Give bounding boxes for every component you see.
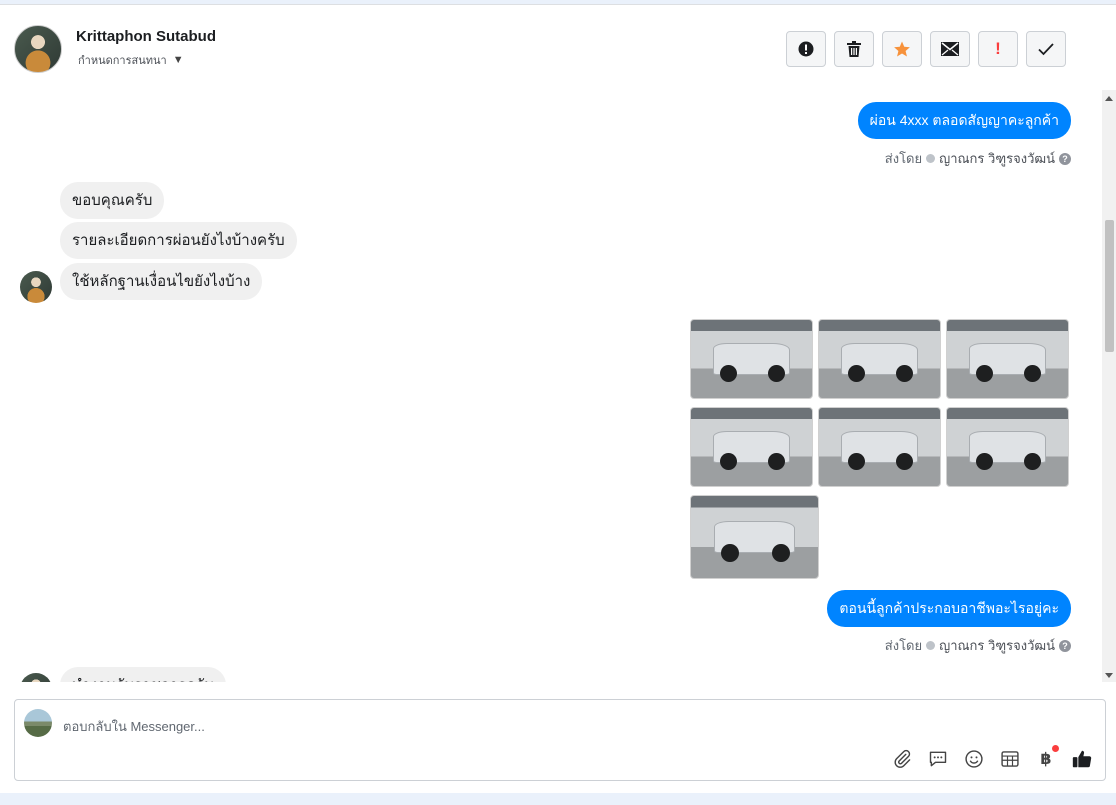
notification-dot — [1052, 745, 1059, 752]
incoming-message[interactable]: ขอบคุณครับ — [60, 182, 165, 219]
contact-avatar[interactable] — [20, 673, 52, 682]
car-photo[interactable] — [690, 407, 813, 487]
sent-by-info: ส่งโดย ญาณกร วิฑูรจงวัฒน์ ? — [885, 148, 1071, 169]
sent-by-label: ส่งโดย — [884, 638, 923, 653]
assign-label: กำหนดการสนทนา — [78, 55, 167, 67]
reply-input[interactable]: ตอบกลับใน Messenger... — [63, 716, 205, 737]
attachment-icon[interactable] — [891, 748, 913, 770]
chat-scrollbar[interactable] — [1102, 90, 1116, 682]
contact-name[interactable]: Krittaphon Sutabud — [76, 28, 216, 45]
scroll-thumb[interactable] — [1105, 220, 1114, 352]
contact-avatar[interactable] — [20, 271, 52, 303]
saved-reply-icon[interactable] — [927, 748, 949, 770]
scroll-up-icon[interactable] — [1105, 96, 1113, 101]
mark-unread-button[interactable] — [930, 31, 970, 67]
incoming-message[interactable]: ทำงานรับราชการครับ — [60, 667, 226, 682]
outgoing-message[interactable]: ตอนนี้ลูกค้าประกอบอาชีพอะไรอยู่คะ — [827, 590, 1071, 627]
agent-status-icon — [926, 154, 936, 163]
follow-up-button[interactable]: ! — [978, 31, 1018, 67]
spam-button[interactable] — [786, 31, 826, 67]
sent-by-label: ส่งโดย — [884, 151, 923, 166]
help-icon[interactable]: ? — [1059, 152, 1071, 165]
payment-symbol: ฿ — [1040, 751, 1052, 768]
payment-icon[interactable]: ฿ — [1035, 745, 1059, 770]
conversation-header: Krittaphon Sutabud กำหนดการสนทนา ▼ ! — [0, 5, 1116, 94]
page-avatar — [24, 709, 52, 737]
avatar[interactable] — [14, 25, 62, 73]
outgoing-message[interactable]: ผ่อน 4xxx ตลอดสัญญาคะลูกค้า — [857, 102, 1071, 139]
scroll-down-icon[interactable] — [1105, 673, 1113, 678]
help-icon[interactable]: ? — [1059, 639, 1071, 652]
caret-down-icon: ▼ — [172, 54, 184, 66]
trash-icon — [847, 41, 861, 57]
car-photo[interactable] — [946, 407, 1069, 487]
assign-conversation-dropdown[interactable]: กำหนดการสนทนา ▼ — [78, 51, 184, 69]
envelope-icon — [941, 42, 959, 56]
star-button[interactable] — [882, 31, 922, 67]
appointment-icon[interactable] — [999, 748, 1021, 770]
emoji-icon[interactable] — [963, 748, 985, 770]
delete-button[interactable] — [834, 31, 874, 67]
header-actions: ! — [786, 31, 1066, 67]
like-icon[interactable] — [1071, 748, 1093, 770]
incoming-message[interactable]: รายละเอียดการผ่อนยังไงบ้างครับ — [60, 222, 297, 259]
incoming-message[interactable]: ใช้หลักฐานเงื่อนไขยังไงบ้าง — [60, 263, 263, 300]
car-photo[interactable] — [818, 319, 941, 399]
agent-name[interactable]: ญาณกร วิฑูรจงวัฒน์ — [939, 635, 1055, 656]
composer-tools: ฿ — [891, 745, 1093, 770]
car-photo[interactable] — [690, 495, 819, 579]
exclamation-icon: ! — [995, 39, 1001, 58]
checkmark-icon — [1038, 43, 1054, 56]
agent-status-icon — [926, 641, 936, 650]
car-photo[interactable] — [946, 319, 1069, 399]
alert-circle-icon — [798, 41, 814, 57]
sent-by-info: ส่งโดย ญาณกร วิฑูรจงวัฒน์ ? — [885, 635, 1071, 656]
star-icon — [894, 41, 910, 57]
car-photo[interactable] — [690, 319, 813, 399]
car-photo[interactable] — [818, 407, 941, 487]
agent-name[interactable]: ญาณกร วิฑูรจงวัฒน์ — [939, 148, 1055, 169]
message-thread: ผ่อน 4xxx ตลอดสัญญาคะลูกค้า ส่งโดย ญาณกร… — [0, 90, 1102, 682]
done-button[interactable] — [1026, 31, 1066, 67]
reply-composer[interactable]: ตอบกลับใน Messenger... ฿ — [14, 699, 1106, 781]
